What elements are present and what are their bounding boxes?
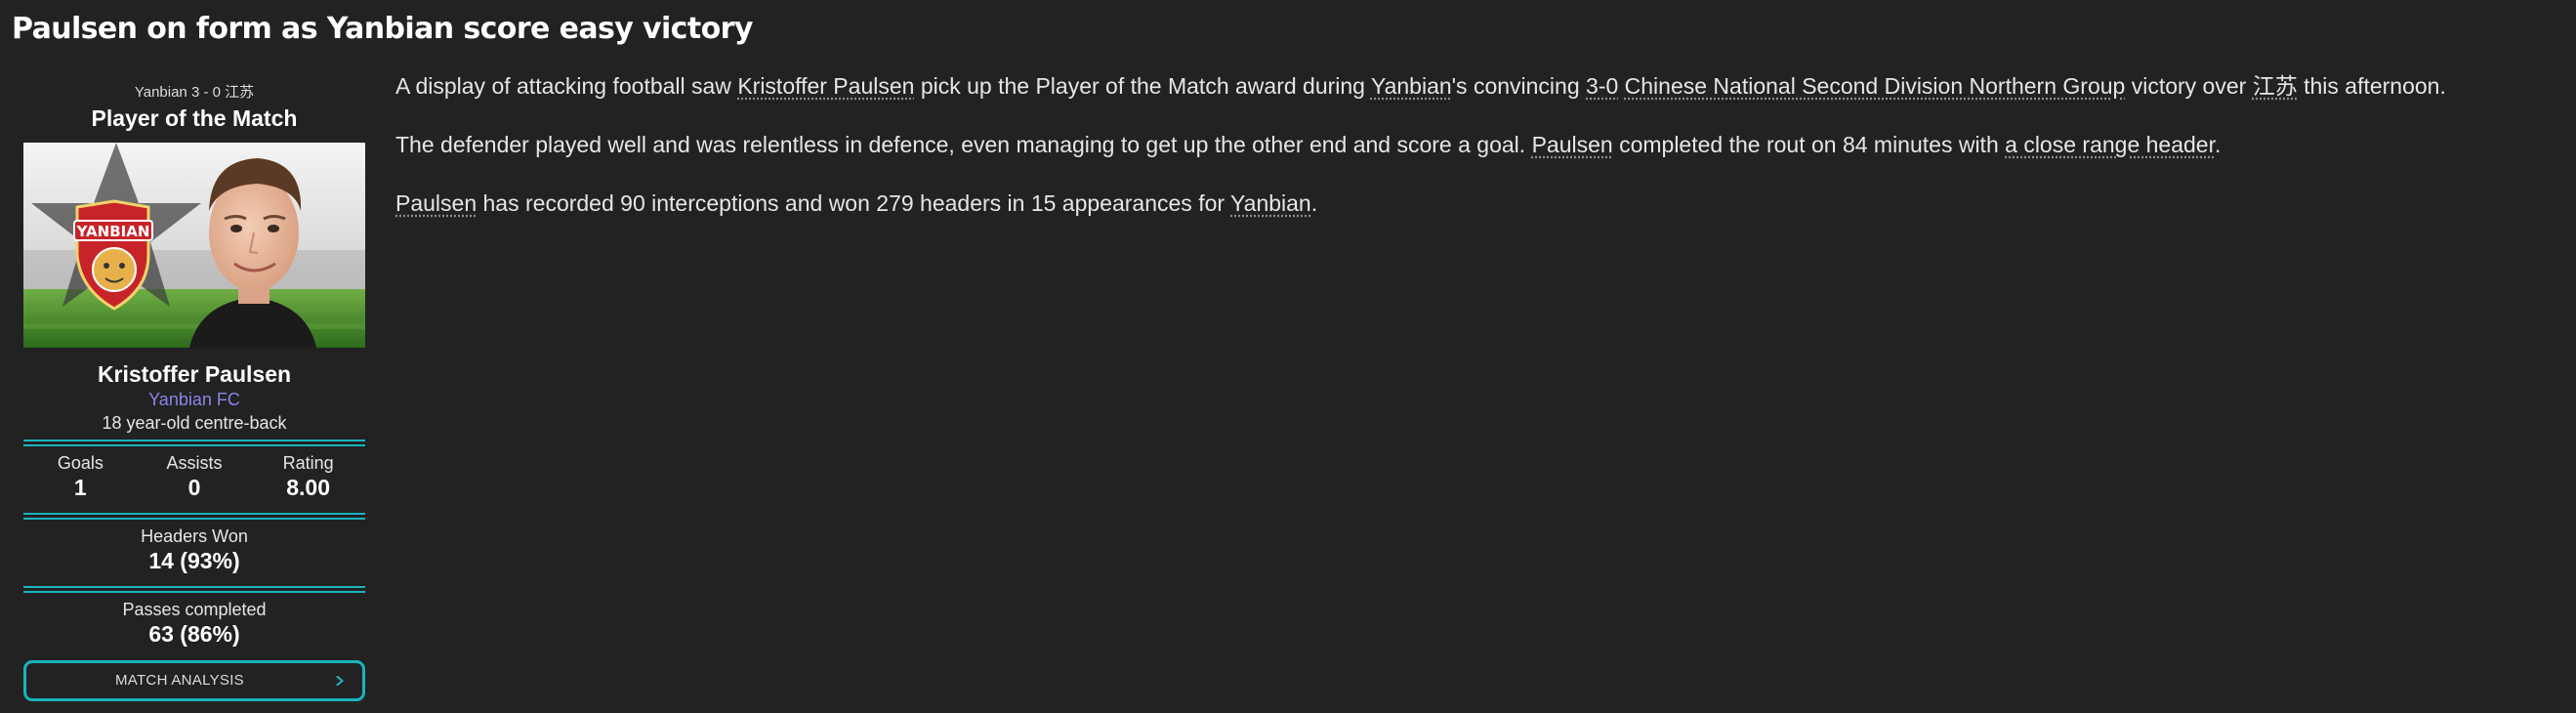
text: has recorded 90 interceptions and won 27… — [477, 190, 1231, 216]
stat-value: 63 (86%) — [148, 621, 240, 647]
player-link[interactable]: Paulsen — [1532, 132, 1613, 157]
news-headline: Paulsen on form as Yanbian score easy vi… — [12, 12, 753, 46]
text: . — [2214, 132, 2222, 157]
text: The defender played well and was relentl… — [395, 132, 1532, 157]
chevron-right-icon — [336, 676, 344, 686]
match-analysis-label: MATCH ANALYSIS — [114, 672, 244, 689]
text: pick up the Player of the Match award du… — [914, 73, 1371, 99]
article-paragraph-2: The defender played well and was relentl… — [395, 127, 2576, 162]
stats-divider — [23, 586, 365, 593]
player-of-the-match-panel: Yanbian 3 - 0 江苏 Player of the Match YAN… — [23, 82, 365, 701]
player-name: Kristoffer Paulsen — [97, 361, 292, 387]
stat-label: Goals — [57, 453, 104, 473]
match-score-link[interactable]: 3-0 — [1586, 73, 1618, 99]
stat-label: Assists — [166, 453, 223, 473]
stat-passes-completed: Passes completed 63 (86%) — [23, 596, 365, 654]
stat-value: 14 (93%) — [148, 548, 240, 573]
match-stats-row: Goals 1 Assists 0 Rating 8.00 — [23, 449, 365, 508]
stat-label: Passes completed — [122, 600, 267, 619]
text: A display of attacking football saw — [395, 73, 738, 99]
stat-headers-won: Headers Won 14 (93%) — [23, 523, 365, 581]
match-analysis-button[interactable]: MATCH ANALYSIS — [23, 660, 365, 701]
text: . — [1310, 190, 1318, 216]
potm-title: Player of the Match — [91, 105, 298, 131]
player-link[interactable]: Kristoffer Paulsen — [737, 73, 914, 99]
text: victory over — [2125, 73, 2253, 99]
stat-label: Rating — [282, 453, 334, 473]
stat-value: 8.00 — [286, 475, 331, 500]
text: 's convincing — [1451, 73, 1587, 99]
article-paragraph-1: A display of attacking football saw Kris… — [395, 68, 2576, 104]
stat-rating: Rating 8.00 — [252, 452, 365, 508]
stat-assists: Assists 0 — [138, 452, 251, 508]
stats-divider — [23, 513, 365, 520]
svg-text:YANBIAN: YANBIAN — [76, 223, 150, 240]
player-description: 18 year-old centre-back — [102, 413, 287, 433]
match-score: Yanbian 3 - 0 江苏 — [134, 84, 255, 101]
competition-link[interactable]: Chinese National Second Division Norther… — [1625, 73, 2126, 99]
stats-divider — [23, 440, 365, 446]
text: completed the rout on 84 minutes with — [1612, 132, 2006, 157]
player-photo: YANBIAN — [23, 143, 365, 348]
player-link[interactable]: Paulsen — [395, 190, 477, 216]
article-body: A display of attacking football saw Kris… — [395, 68, 2576, 244]
text: this afternoon. — [2297, 73, 2446, 99]
player-club-link[interactable]: Yanbian FC — [23, 388, 365, 411]
club-link[interactable]: Yanbian — [1371, 73, 1452, 99]
opponent-link[interactable]: 江苏 — [2253, 73, 2298, 99]
club-link[interactable]: Yanbian — [1230, 190, 1311, 216]
stat-label: Headers Won — [141, 526, 248, 546]
goal-link[interactable]: a close range header — [2005, 132, 2215, 157]
stat-value: 0 — [187, 475, 201, 500]
stat-goals: Goals 1 — [24, 452, 138, 508]
stat-value: 1 — [73, 475, 87, 500]
article-paragraph-3: Paulsen has recorded 90 interceptions an… — [395, 186, 2576, 221]
